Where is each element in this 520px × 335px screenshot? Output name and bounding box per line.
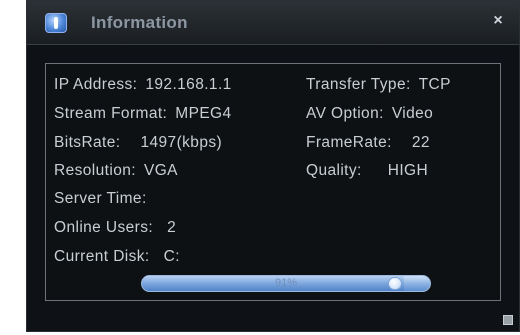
ip-address-field: IP Address: 192.168.1.1: [54, 76, 232, 94]
current-disk-field: Current Disk: C:: [54, 248, 180, 266]
av-option-field: AV Option: Video: [306, 105, 433, 123]
transfer-type-label: Transfer Type:: [306, 76, 411, 93]
quality-label: Quality:: [306, 162, 362, 179]
av-option-label: AV Option:: [306, 105, 384, 122]
title-bar[interactable]: Information ×: [27, 1, 519, 45]
bitsrate-field: BitsRate: 1497(kbps): [54, 134, 222, 152]
framerate-field: FrameRate: 22: [306, 134, 430, 152]
ip-address-value: 192.168.1.1: [145, 76, 232, 93]
transfer-type-field: Transfer Type: TCP: [306, 76, 451, 94]
stream-format-value: MPEG4: [175, 105, 232, 122]
disk-usage-progress: 91%: [141, 275, 431, 292]
online-users-value: 2: [167, 219, 177, 236]
resolution-value: VGA: [143, 162, 178, 179]
quality-value: HIGH: [387, 162, 429, 179]
quality-field: Quality: HIGH: [306, 162, 428, 180]
server-time-label: Server Time:: [54, 190, 147, 207]
online-users-field: Online Users: 2: [54, 219, 176, 237]
close-button[interactable]: ×: [489, 11, 507, 31]
current-disk-value: C:: [163, 248, 180, 265]
disk-usage-progress-label: 91%: [274, 277, 298, 289]
server-time-field: Server Time:: [54, 190, 155, 208]
resolution-field: Resolution: VGA: [54, 162, 178, 180]
info-panel: IP Address: 192.168.1.1 Transfer Type: TCP…: [45, 63, 501, 301]
av-option-value: Video: [391, 105, 434, 122]
online-users-label: Online Users:: [54, 219, 154, 236]
transfer-type-value: TCP: [418, 76, 451, 93]
bitsrate-label: BitsRate:: [54, 134, 121, 151]
stream-format-field: Stream Format: MPEG4: [54, 105, 232, 123]
bitsrate-value: 1497(kbps): [140, 134, 223, 151]
window-title: Information: [91, 13, 188, 32]
framerate-value: 22: [411, 134, 430, 151]
current-disk-label: Current Disk:: [54, 248, 150, 265]
resize-grip[interactable]: [503, 315, 513, 325]
info-icon: [45, 13, 67, 33]
framerate-label: FrameRate:: [306, 134, 392, 151]
ip-address-label: IP Address:: [54, 76, 138, 93]
resolution-label: Resolution:: [54, 162, 136, 179]
information-dialog: Information × IP Address: 192.168.1.1 Tra…: [26, 0, 520, 332]
stream-format-label: Stream Format:: [54, 105, 168, 122]
